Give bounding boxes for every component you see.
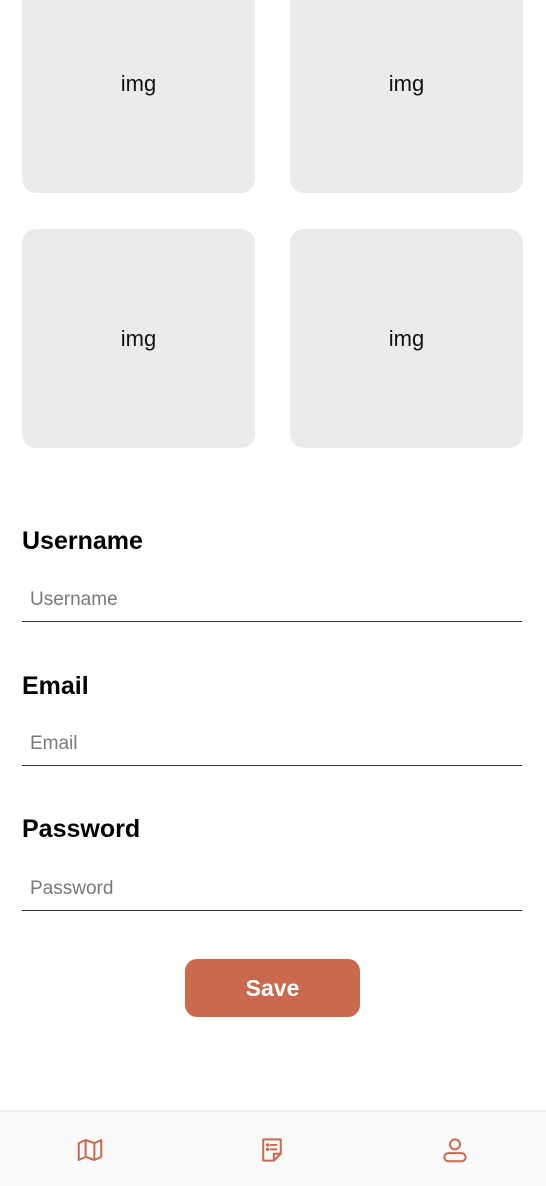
image-placeholder-label: img	[120, 325, 157, 351]
image-tile[interactable]: img	[22, 0, 255, 193]
save-button[interactable]: Save	[185, 959, 360, 1017]
image-tile[interactable]: img	[22, 229, 255, 448]
image-placeholder-label: img	[120, 70, 157, 96]
nav-item-profile[interactable]	[437, 1132, 473, 1168]
email-label: Email	[22, 672, 89, 700]
password-input[interactable]	[22, 867, 522, 911]
profile-icon	[443, 1138, 467, 1163]
image-placeholder-label: img	[388, 70, 425, 96]
username-input[interactable]	[22, 578, 522, 622]
email-input[interactable]	[22, 722, 522, 766]
nav-item-notes[interactable]	[254, 1132, 290, 1168]
image-placeholder-label: img	[388, 325, 425, 351]
notes-icon	[262, 1138, 282, 1162]
map-icon	[77, 1139, 103, 1161]
image-tile[interactable]: img	[290, 229, 523, 448]
password-label: Password	[22, 815, 141, 843]
profile-edit-screen: img img img img Username Email Password …	[0, 0, 546, 1186]
bottom-navigation	[0, 1110, 546, 1186]
image-tile[interactable]: img	[290, 0, 523, 193]
username-label: Username	[22, 527, 143, 555]
nav-item-map[interactable]	[72, 1132, 108, 1168]
